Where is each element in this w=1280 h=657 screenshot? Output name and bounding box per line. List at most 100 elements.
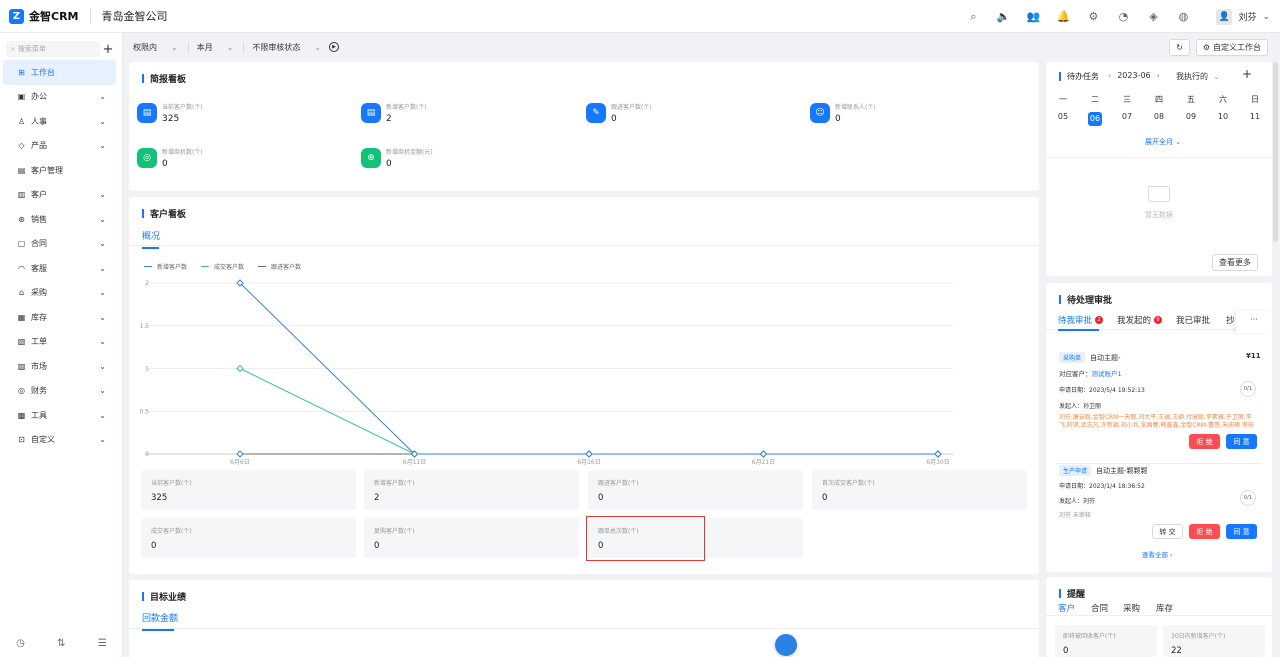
- history-icon[interactable]: ◷: [16, 638, 25, 649]
- shield-icon[interactable]: ◍: [1175, 9, 1191, 25]
- sidebar-item-13[interactable]: ◎ 财务 ⌄: [3, 379, 116, 404]
- gear-icon: ⚙: [1202, 43, 1210, 52]
- status-select[interactable]: 不限审核状态 ⌄: [243, 41, 321, 53]
- x-tick-label: 6月6日: [230, 459, 250, 466]
- calendar-day[interactable]: 05: [1056, 112, 1070, 126]
- sort-icon[interactable]: ⇅: [57, 638, 65, 649]
- period-select[interactable]: 本月 ⌄: [187, 41, 233, 53]
- customer-link[interactable]: 测试账户1: [1092, 370, 1122, 378]
- approval-1-header[interactable]: 采购单 自动主题-: [1059, 352, 1121, 363]
- chart-icon[interactable]: ◔: [1115, 9, 1131, 25]
- divider: [89, 9, 91, 23]
- sidebar-item-label: 自定义: [31, 435, 55, 445]
- metric-value: 0: [822, 493, 828, 503]
- scrollbar[interactable]: [1273, 62, 1278, 242]
- sidebar-item-3[interactable]: ◇ 产品 ⌄: [3, 134, 116, 159]
- custom-workspace-button[interactable]: ⚙ 自定义工作台: [1195, 39, 1268, 56]
- menu-icon: ◇: [18, 141, 25, 151]
- stat-item[interactable]: ▤ 当前客户数(个) 325: [137, 103, 203, 124]
- user-menu[interactable]: 👤 刘芬 ⌄: [1216, 8, 1270, 25]
- sidebar-item-15[interactable]: ⊡ 自定义 ⌄: [3, 428, 116, 453]
- chevron-right-icon[interactable]: ›: [1157, 71, 1160, 80]
- reminder-tab-0[interactable]: 客户: [1058, 602, 1075, 614]
- data-point: [236, 364, 244, 373]
- transfer-button[interactable]: 转 交: [1152, 524, 1183, 539]
- sidebar-item-12[interactable]: ▨ 市场 ⌄: [3, 354, 116, 379]
- tab-overview[interactable]: 概况: [142, 229, 160, 249]
- reject-button[interactable]: 拒 绝: [1189, 524, 1220, 539]
- approval-2-header[interactable]: 生产申请 自动主题-颗颗颗: [1059, 465, 1148, 476]
- metric-card[interactable]: 跟进客户数(个) 0: [588, 470, 803, 510]
- customer-label: 对应客户：: [1059, 370, 1092, 378]
- sidebar-item-1[interactable]: ▣ 办公 ⌄: [3, 85, 116, 110]
- bell-icon[interactable]: 🔔: [1055, 9, 1071, 25]
- refresh-button[interactable]: ↻: [1169, 39, 1190, 56]
- calendar-day[interactable]: 09: [1184, 112, 1198, 126]
- sidebar-item-2[interactable]: ♙ 人事 ⌄: [3, 109, 116, 134]
- metric-value: 0: [598, 493, 604, 503]
- scope-select[interactable]: 权限内 ⌄: [133, 42, 178, 53]
- speaker-icon[interactable]: 🔈: [995, 9, 1011, 25]
- stat-icon: ▤: [137, 103, 157, 123]
- metric-card[interactable]: 新增客户数(个) 2: [364, 470, 579, 510]
- sidebar-item-9[interactable]: ⌂ 采购 ⌄: [3, 281, 116, 306]
- calendar-day[interactable]: 08: [1152, 112, 1166, 126]
- agree-button[interactable]: 同 意: [1226, 524, 1257, 539]
- metric-card[interactable]: 当前客户数(个) 325: [141, 470, 356, 510]
- sidebar-item-6[interactable]: ⊛ 销售 ⌄: [3, 207, 116, 232]
- play-icon[interactable]: ▶: [329, 42, 340, 52]
- calendar-day[interactable]: 10: [1216, 112, 1230, 126]
- reminder-tab-1[interactable]: 合同: [1091, 602, 1108, 614]
- floating-action-button[interactable]: [775, 634, 797, 656]
- calendar-day[interactable]: 11: [1248, 112, 1262, 126]
- approval-tab-1[interactable]: 我发起的 0: [1117, 314, 1163, 326]
- view-more-button[interactable]: 查看更多: [1212, 254, 1258, 271]
- approval-tab-2[interactable]: 我已审批: [1176, 314, 1210, 326]
- weekday-row: 一二三四五六日: [1046, 94, 1272, 105]
- stat-item[interactable]: ✎ 跟进客户数(个) 0: [586, 103, 652, 124]
- view-all-link[interactable]: 查看全部 ›: [1142, 549, 1173, 559]
- contacts-icon[interactable]: 👥: [1025, 9, 1041, 25]
- menu-search-input[interactable]: ⌕ 搜索菜单: [6, 41, 100, 57]
- metric-card[interactable]: 成交客户数(个) 0: [141, 518, 356, 558]
- x-tick-label: 6月11日: [403, 459, 426, 466]
- stat-item[interactable]: ◎ 新增商机数(个) 0: [137, 148, 203, 169]
- sidebar-item-14[interactable]: ▩ 工具 ⌄: [3, 403, 116, 428]
- sidebar-item-7[interactable]: ▢ 合同 ⌄: [3, 232, 116, 257]
- reminder-card[interactable]: 30日内新增客户(个) 22: [1163, 625, 1265, 657]
- expand-month-link[interactable]: 展开全月 ⌄: [1145, 137, 1181, 147]
- reminder-tab-3[interactable]: 库存: [1156, 602, 1173, 614]
- sidebar-item-11[interactable]: ▧ 工单 ⌄: [3, 330, 116, 355]
- sidebar-item-4[interactable]: ▤ 客户管理: [3, 158, 116, 183]
- gift-icon[interactable]: ◈: [1145, 9, 1161, 25]
- approval-tab-0[interactable]: 待我审批 2: [1058, 314, 1104, 326]
- add-menu-button[interactable]: +: [100, 42, 116, 57]
- metric-card[interactable]: 复购客户数(个) 0: [364, 518, 579, 558]
- settings-icon[interactable]: ⚙: [1085, 9, 1101, 25]
- sidebar-item-0[interactable]: ⊞ 工作台: [3, 60, 116, 85]
- stat-item[interactable]: ⊕ 新增商机金额(元) 0: [361, 148, 433, 169]
- app-logo[interactable]: Z 金智CRM: [9, 8, 79, 24]
- approval-tab-3[interactable]: 抄: [1226, 314, 1235, 326]
- add-task-button[interactable]: +: [1242, 67, 1252, 81]
- reject-button[interactable]: 拒 绝: [1189, 434, 1220, 449]
- chevron-left-icon[interactable]: ‹: [1108, 71, 1111, 80]
- agree-button[interactable]: 同 意: [1226, 434, 1257, 449]
- reminder-card[interactable]: 即将被回收客户(个) 0: [1055, 625, 1157, 657]
- more-tabs-button[interactable]: ···: [1236, 311, 1272, 333]
- company-name[interactable]: 青岛金智公司: [102, 8, 168, 24]
- stat-item[interactable]: ▤ 新增客户数(个) 2: [361, 103, 427, 124]
- metric-card[interactable]: 首次成交客户数(个) 0: [812, 470, 1027, 510]
- metric-value: 0: [151, 541, 157, 551]
- sidebar-item-10[interactable]: ▦ 库存 ⌄: [3, 305, 116, 330]
- reminder-tab-2[interactable]: 采购: [1123, 602, 1140, 614]
- menu-icon[interactable]: ☰: [98, 638, 107, 649]
- sidebar-item-8[interactable]: ◠ 客服 ⌄: [3, 256, 116, 281]
- task-filter-select[interactable]: 我执行的 ⌄: [1176, 71, 1220, 82]
- calendar-day[interactable]: 06: [1088, 112, 1102, 126]
- sidebar-item-5[interactable]: ▥ 客户 ⌄: [3, 183, 116, 208]
- stat-item[interactable]: ☺ 新增联系人(个) 0: [810, 103, 876, 124]
- search-icon[interactable]: ⌕: [965, 9, 981, 25]
- calendar-day[interactable]: 07: [1120, 112, 1134, 126]
- highlight-box: [586, 516, 705, 561]
